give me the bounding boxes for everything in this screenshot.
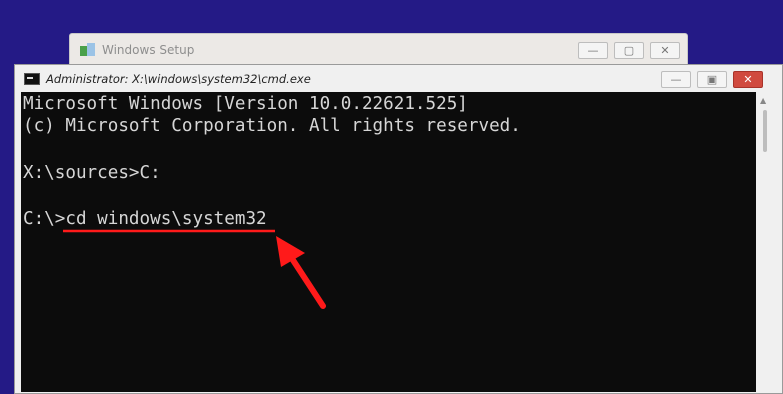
red-arrow-icon — [276, 236, 305, 267]
annotation-overlay — [63, 229, 326, 309]
red-arrow-shaft — [286, 251, 326, 309]
